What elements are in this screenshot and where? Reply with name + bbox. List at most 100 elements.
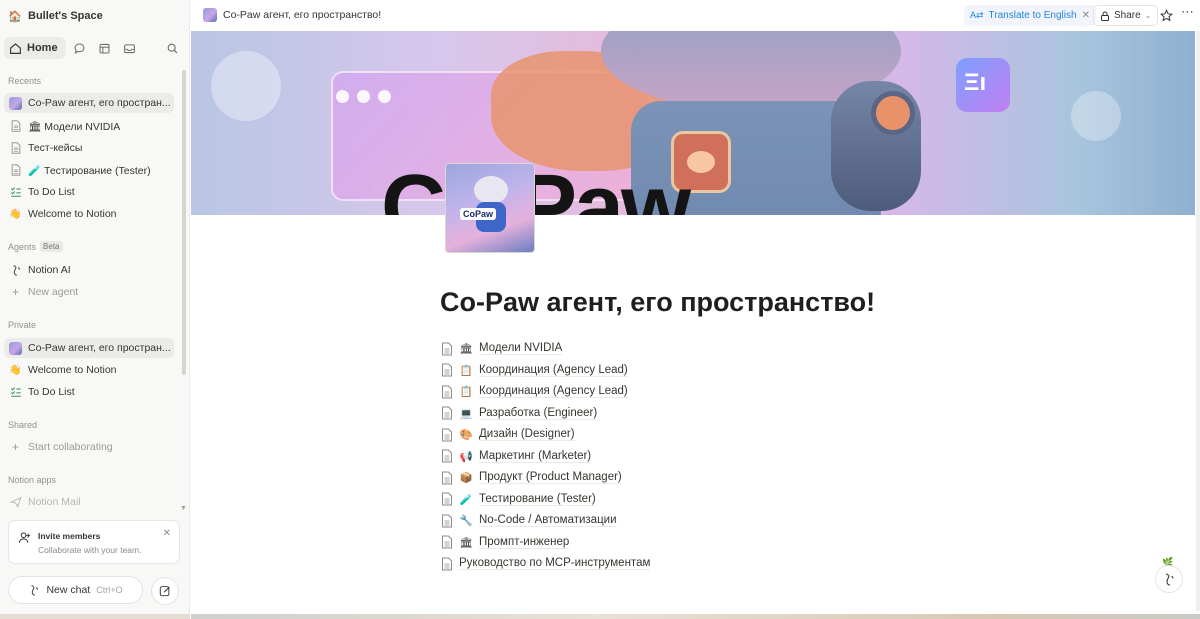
agent-item-notion-ai[interactable]: Notion AI bbox=[4, 260, 174, 280]
recent-item-copaw[interactable]: Co-Paw агент, его простран... bbox=[4, 93, 174, 113]
recent-item-label: 🧪 Тестирование (Tester) bbox=[28, 164, 151, 177]
recent-item-testing[interactable]: 🧪 Тестирование (Tester) bbox=[4, 160, 174, 180]
scroll-down-arrow-icon[interactable]: ▼ bbox=[180, 505, 187, 512]
page-icon-image[interactable]: CoPaw bbox=[445, 163, 535, 253]
recent-item-welcome[interactable]: 👋 Welcome to Notion bbox=[4, 204, 174, 224]
chat-button[interactable] bbox=[69, 37, 91, 59]
subpage-label: Продукт (Product Manager) bbox=[479, 471, 622, 485]
recent-item-label: Тест-кейсы bbox=[28, 142, 83, 154]
invite-members-card[interactable]: Invite members Collaborate with your tea… bbox=[8, 520, 180, 564]
close-icon[interactable]: ✕ bbox=[163, 528, 171, 539]
translate-button[interactable]: A⇄ Translate to English ✕ bbox=[964, 5, 1096, 26]
calendar-icon bbox=[99, 43, 110, 53]
subpage-link[interactable]: 📦 Продукт (Product Manager) bbox=[441, 467, 771, 489]
more-options-icon[interactable]: ⋯ bbox=[1181, 4, 1194, 20]
page-icon bbox=[9, 164, 22, 177]
share-label: Share bbox=[1114, 10, 1141, 21]
subpage-link[interactable]: 🏛 Модели NVIDIA bbox=[441, 338, 771, 360]
private-heading: Private bbox=[8, 320, 36, 330]
private-item-welcome[interactable]: 👋 Welcome to Notion bbox=[4, 360, 174, 380]
search-button[interactable] bbox=[161, 37, 183, 59]
subpage-link[interactable]: 📢 Маркетинг (Marketer) bbox=[441, 446, 771, 468]
agent-item-label: Notion AI bbox=[28, 264, 71, 276]
shared-heading-label: Shared bbox=[8, 420, 38, 430]
page-icon bbox=[442, 535, 452, 549]
invite-subtitle: Collaborate with your team. bbox=[38, 545, 142, 555]
page-icon bbox=[9, 120, 22, 133]
home-button[interactable]: Home bbox=[4, 37, 66, 59]
subpage-emoji: 📋 bbox=[459, 364, 473, 377]
plus-icon: + bbox=[11, 440, 19, 454]
calendar-button[interactable] bbox=[94, 37, 116, 59]
notion-ai-assistant-button[interactable] bbox=[1155, 565, 1183, 593]
subpage-link[interactable]: 🏛 Промпт-инженер bbox=[441, 532, 771, 554]
checklist-icon bbox=[9, 186, 22, 199]
agents-heading-label: Agents bbox=[8, 241, 37, 252]
waving-hand-icon: 👋 bbox=[9, 364, 22, 376]
share-button[interactable]: Share ⌄ bbox=[1093, 5, 1159, 26]
subpage-label: Тестирование (Tester) bbox=[479, 492, 596, 506]
page-icon bbox=[442, 449, 452, 463]
send-mail-icon bbox=[9, 496, 22, 509]
subpage-emoji: 🏛 bbox=[459, 536, 473, 549]
breadcrumb-title: Co-Paw агент, его пространство! bbox=[223, 9, 382, 21]
subpage-link[interactable]: 📋 Координация (Agency Lead) bbox=[441, 381, 771, 403]
translate-icon: A⇄ bbox=[970, 10, 984, 20]
inbox-button[interactable] bbox=[119, 37, 141, 59]
cover-thumb-icon bbox=[9, 341, 22, 355]
subpage-label: Координация (Agency Lead) bbox=[479, 385, 628, 399]
subpage-emoji: 📦 bbox=[459, 472, 473, 485]
favorite-button[interactable] bbox=[1157, 6, 1175, 24]
recent-item-test-cases[interactable]: Тест-кейсы bbox=[4, 138, 174, 158]
top-bar: Co-Paw агент, его пространство! A⇄ Trans… bbox=[191, 0, 1200, 31]
cover-thumb-icon bbox=[9, 96, 22, 110]
page-title[interactable]: Co-Paw агент, его пространство! bbox=[440, 287, 875, 318]
recent-item-label: To Do List bbox=[28, 186, 75, 198]
page-scrollbar[interactable] bbox=[1196, 31, 1200, 611]
subpage-link[interactable]: 💻 Разработка (Engineer) bbox=[441, 403, 771, 425]
new-page-button[interactable] bbox=[151, 577, 179, 605]
subpage-link[interactable]: Руководство по MCP-инструментам bbox=[441, 553, 771, 575]
breadcrumb[interactable]: Co-Paw агент, его пространство! bbox=[203, 8, 381, 22]
lock-icon bbox=[1101, 11, 1109, 21]
start-collaborating-button[interactable]: + Start collaborating bbox=[4, 437, 174, 457]
private-item-copaw[interactable]: Co-Paw агент, его простран... bbox=[4, 338, 174, 358]
new-agent-button[interactable]: + New agent bbox=[4, 282, 174, 302]
start-collaborating-label: Start collaborating bbox=[28, 441, 113, 453]
page-icon bbox=[442, 492, 452, 506]
private-item-todo[interactable]: To Do List bbox=[4, 382, 174, 402]
waving-hand-icon: 👋 bbox=[9, 208, 22, 220]
subpage-emoji: 🔧 bbox=[459, 515, 473, 528]
home-icon bbox=[10, 42, 21, 54]
new-chat-shortcut: Ctrl+O bbox=[96, 585, 123, 595]
subpage-link[interactable]: 📋 Координация (Agency Lead) bbox=[441, 360, 771, 382]
page-icon bbox=[442, 406, 452, 420]
page-icon bbox=[442, 557, 452, 571]
home-label: Home bbox=[27, 42, 58, 54]
notion-ai-face-icon bbox=[9, 264, 22, 277]
subpage-link[interactable]: 🧪 Тестирование (Tester) bbox=[441, 489, 771, 511]
page-icon bbox=[442, 385, 452, 399]
app-item-notion-mail[interactable]: Notion Mail bbox=[4, 492, 174, 512]
workspace-switcher[interactable]: 🏠 Bullet's Space bbox=[8, 6, 103, 26]
subpage-emoji: 📢 bbox=[459, 450, 473, 463]
search-icon bbox=[167, 43, 177, 53]
page-icon bbox=[9, 142, 22, 155]
close-icon[interactable]: ✕ bbox=[1082, 10, 1090, 21]
subpage-link[interactable]: 🎨 Дизайн (Designer) bbox=[441, 424, 771, 446]
subpage-emoji: 🏛 bbox=[459, 343, 473, 356]
subpage-label: Маркетинг (Marketer) bbox=[479, 449, 592, 463]
home-emoji-icon: 🏠 bbox=[8, 10, 22, 23]
recent-item-todo[interactable]: To Do List bbox=[4, 182, 174, 202]
sidebar-scrollbar[interactable] bbox=[182, 70, 186, 375]
inbox-icon bbox=[124, 43, 135, 53]
recent-item-nvidia[interactable]: 🏛 Модели NVIDIA bbox=[4, 116, 174, 136]
subpage-list: 🏛 Модели NVIDIA 📋 Координация (Agency Lead… bbox=[441, 338, 771, 575]
private-item-label: Co-Paw агент, его простран... bbox=[28, 342, 171, 354]
recents-heading-label: Recents bbox=[8, 76, 42, 86]
page-icon-text: CoPaw bbox=[460, 208, 497, 220]
chevron-down-icon: ⌄ bbox=[1144, 11, 1152, 20]
private-heading-label: Private bbox=[8, 320, 37, 330]
subpage-link[interactable]: 🔧 No-Code / Автоматизации bbox=[441, 510, 771, 532]
new-chat-button[interactable]: New chat Ctrl+O bbox=[8, 576, 143, 604]
